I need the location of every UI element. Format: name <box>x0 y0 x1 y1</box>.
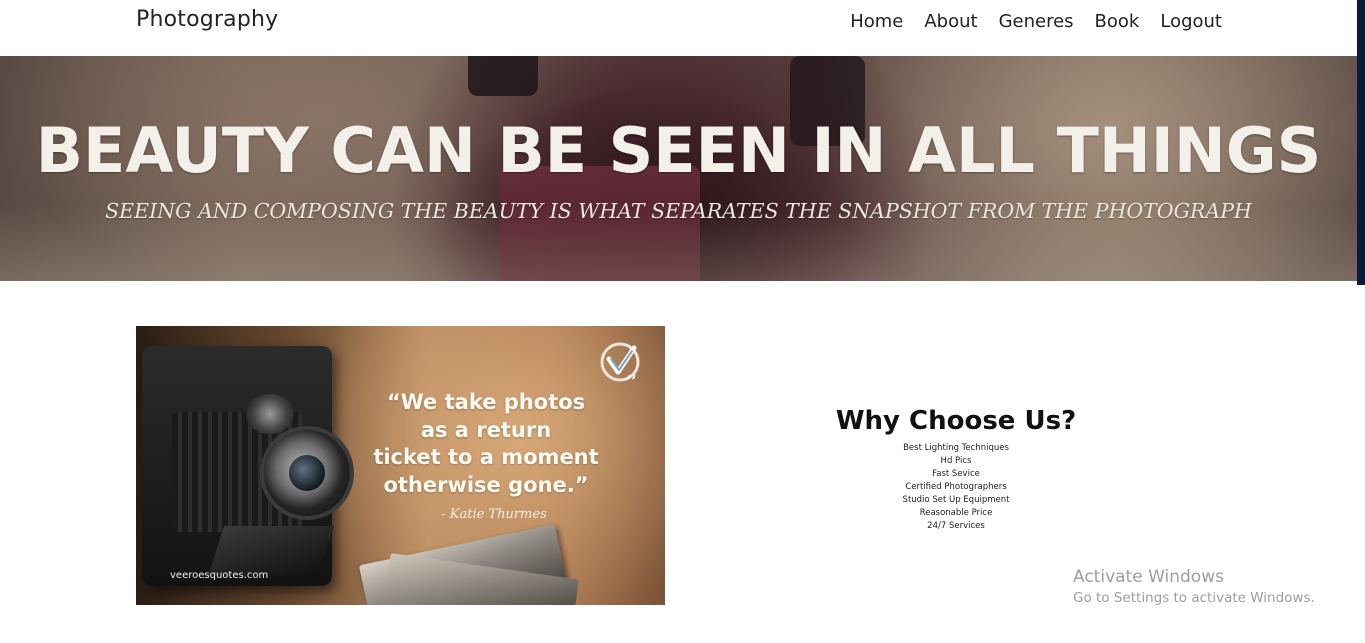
nav-link-generes[interactable]: Generes <box>999 11 1074 32</box>
nav-item-generes: Generes <box>999 10 1074 34</box>
checkmark-logo-icon: ,, <box>600 342 640 382</box>
nav-links: Home About Generes Book Logout <box>850 10 1222 34</box>
quote-site-label: veeroesquotes.com <box>170 570 269 581</box>
list-item: Hd Pics <box>940 456 972 466</box>
svg-text:,,: ,, <box>627 365 637 381</box>
nav-link-about[interactable]: About <box>924 11 977 32</box>
why-choose-us-heading: Why Choose Us? <box>835 406 1077 436</box>
nav-link-logout[interactable]: Logout <box>1160 11 1222 32</box>
list-item: Fast Sevice <box>932 469 980 479</box>
activate-windows-watermark: Activate Windows Go to Settings to activ… <box>1073 566 1315 608</box>
hero-banner: BEAUTY CAN BE SEEN IN ALL THINGS SEEING … <box>0 56 1357 281</box>
camera-stand <box>207 526 335 576</box>
list-item: Studio Set Up Equipment <box>902 495 1010 505</box>
nav-link-book[interactable]: Book <box>1095 11 1140 32</box>
quote-author: - Katie Thurmes <box>441 507 547 522</box>
watermark-title: Activate Windows <box>1073 567 1224 587</box>
brand-link[interactable]: Photography <box>136 7 278 32</box>
scrollbar-strip[interactable] <box>1357 0 1365 285</box>
camera-viewfinder <box>246 394 294 434</box>
camera-lens-glass <box>289 455 325 491</box>
nav-item-about: About <box>924 10 977 34</box>
list-item: 24/7 Services <box>927 521 985 531</box>
list-item: Reasonable Price <box>919 508 993 518</box>
why-choose-us-list: Best Lighting Techniques Hd Pics Fast Se… <box>806 442 1106 533</box>
nav-link-home[interactable]: Home <box>850 11 903 32</box>
page: Photography Home About Generes Book Logo… <box>0 0 1365 643</box>
quote-text: “We take photos as a return ticket to a … <box>373 390 599 497</box>
hero-subtitle: SEEING AND COMPOSING THE BEAUTY IS WHAT … <box>105 199 1252 223</box>
hero-title: BEAUTY CAN BE SEEN IN ALL THINGS <box>35 114 1322 187</box>
list-item: Best Lighting Techniques <box>903 443 1009 453</box>
quote-image: ,, “We take photos as a return ticket to… <box>136 326 665 605</box>
top-navbar: Photography Home About Generes Book Logo… <box>0 0 1365 56</box>
nav-item-book: Book <box>1095 10 1140 34</box>
nav-item-home: Home <box>850 10 903 34</box>
nav-item-logout: Logout <box>1160 10 1222 34</box>
watermark-subtitle: Go to Settings to activate Windows. <box>1073 590 1315 606</box>
list-item: Certified Photographers <box>905 482 1007 492</box>
